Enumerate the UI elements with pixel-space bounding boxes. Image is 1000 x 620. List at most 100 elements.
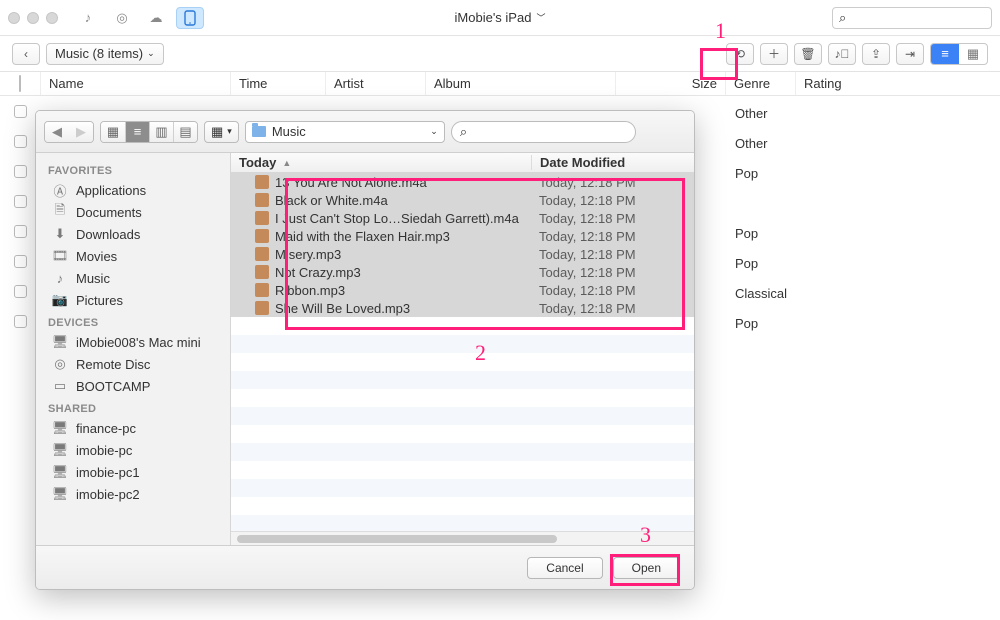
file-thumb-icon bbox=[255, 175, 269, 189]
network-pc-icon: 🖥 bbox=[52, 464, 68, 480]
minimize-window-button[interactable] bbox=[27, 12, 39, 24]
col-name[interactable]: Name bbox=[40, 72, 230, 95]
traffic-lights bbox=[8, 12, 58, 24]
back-button[interactable]: ‹ bbox=[12, 43, 40, 65]
cloud-icon[interactable]: ☁ bbox=[142, 7, 170, 29]
file-row[interactable]: Maid with the Flaxen Hair.mp3Today, 12:1… bbox=[231, 227, 694, 245]
file-thumb-icon bbox=[255, 211, 269, 225]
finder-view-toggle: ▦ ≡ ▥ ▤ bbox=[100, 121, 198, 143]
add-button[interactable]: ＋ bbox=[760, 43, 788, 65]
sidebar-item-downloads[interactable]: ⬇Downloads bbox=[36, 223, 230, 245]
col-filename[interactable]: Today▲ bbox=[231, 155, 531, 170]
to-device-button[interactable]: ⇥ bbox=[896, 43, 924, 65]
file-name: Not Crazy.mp3 bbox=[275, 265, 361, 280]
horizontal-scrollbar[interactable] bbox=[231, 531, 694, 545]
column-view-button[interactable]: ▥ bbox=[149, 122, 173, 142]
sidebar-item-shared[interactable]: 🖥finance-pc bbox=[36, 417, 230, 439]
window-title-text: iMobie's iPad bbox=[455, 10, 532, 25]
sidebar-item-remotedisc[interactable]: ◎Remote Disc bbox=[36, 353, 230, 375]
genre-cell: Classical bbox=[735, 278, 787, 308]
to-itunes-button[interactable]: ♪⃝ bbox=[828, 43, 856, 65]
col-rating[interactable]: Rating bbox=[795, 72, 875, 95]
col-artist[interactable]: Artist bbox=[325, 72, 425, 95]
genre-column-values: Other Other Pop Pop Pop Classical Pop bbox=[735, 98, 787, 338]
breadcrumb[interactable]: Music (8 items) ⌄ bbox=[46, 43, 164, 65]
row-checkbox[interactable] bbox=[14, 255, 27, 268]
device-icon[interactable] bbox=[176, 7, 204, 29]
view-toggle: ≡ ▦ bbox=[930, 43, 988, 65]
annotation-number-3: 3 bbox=[640, 522, 651, 548]
file-row[interactable]: I Just Can't Stop Lo…Siedah Garrett).m4a… bbox=[231, 209, 694, 227]
genre-cell: Pop bbox=[735, 218, 787, 248]
search-icon: ⌕ bbox=[839, 10, 846, 26]
music-library-icon[interactable]: ♪ bbox=[74, 7, 102, 29]
cancel-button[interactable]: Cancel bbox=[527, 557, 602, 579]
downloads-icon: ⬇ bbox=[52, 226, 68, 242]
sidebar-item-applications[interactable]: ⒶApplications bbox=[36, 179, 230, 201]
select-all-checkbox[interactable] bbox=[19, 75, 21, 92]
row-checkbox[interactable] bbox=[14, 315, 27, 328]
applications-icon: Ⓐ bbox=[52, 182, 68, 198]
drive-icon: ▭ bbox=[52, 378, 68, 394]
row-checkbox[interactable] bbox=[14, 165, 27, 178]
grid-view-button[interactable]: ▦ bbox=[959, 44, 987, 64]
sidebar-item-bootcamp[interactable]: ▭BOOTCAMP bbox=[36, 375, 230, 397]
file-row[interactable]: Not Crazy.mp3Today, 12:18 PM bbox=[231, 263, 694, 281]
arrange-menu[interactable]: ▦▾ bbox=[204, 121, 239, 143]
file-row[interactable]: Ribbon.mp3Today, 12:18 PM bbox=[231, 281, 694, 299]
row-checkbox[interactable] bbox=[14, 195, 27, 208]
sidebar-item-music[interactable]: ♪Music bbox=[36, 267, 230, 289]
file-name: Maid with the Flaxen Hair.mp3 bbox=[275, 229, 450, 244]
list-view-button[interactable]: ≡ bbox=[125, 122, 149, 142]
file-rows: 13 You Are Not Alone.m4aToday, 12:18 PMB… bbox=[231, 173, 694, 531]
sidebar-item-documents[interactable]: 🗎Documents bbox=[36, 201, 230, 223]
sidebar-item-mac[interactable]: 🖥iMobie008's Mac mini bbox=[36, 331, 230, 353]
col-time[interactable]: Time bbox=[230, 72, 325, 95]
file-thumb-icon bbox=[255, 229, 269, 243]
path-selector[interactable]: Music ⌄ bbox=[245, 121, 445, 143]
icon-view-button[interactable]: ▦ bbox=[101, 122, 125, 142]
to-mac-button[interactable]: ⇪ bbox=[862, 43, 890, 65]
network-pc-icon: 🖥 bbox=[52, 420, 68, 436]
zoom-window-button[interactable] bbox=[46, 12, 58, 24]
sidebar-item-shared[interactable]: 🖥imobie-pc bbox=[36, 439, 230, 461]
coverflow-view-button[interactable]: ▤ bbox=[173, 122, 197, 142]
file-thumb-icon bbox=[255, 265, 269, 279]
arrange-icon: ▦ bbox=[211, 124, 223, 140]
folder-icon bbox=[252, 126, 266, 137]
sidebar-heading-favorites: FAVORITES bbox=[36, 159, 230, 179]
sidebar-item-shared[interactable]: 🖥imobie-pc1 bbox=[36, 461, 230, 483]
nav-forward-button[interactable]: ▶ bbox=[69, 122, 93, 142]
col-size[interactable]: Size bbox=[615, 72, 725, 95]
col-genre[interactable]: Genre bbox=[725, 72, 795, 95]
nav-back-button[interactable]: ◀ bbox=[45, 122, 69, 142]
delete-button[interactable]: 🗑 bbox=[794, 43, 822, 65]
search-input[interactable]: ⌕ bbox=[832, 7, 992, 29]
file-row[interactable]: She Will Be Loved.mp3Today, 12:18 PM bbox=[231, 299, 694, 317]
file-row[interactable]: Misery.mp3Today, 12:18 PM bbox=[231, 245, 694, 263]
sidebar-item-shared[interactable]: 🖥imobie-pc2 bbox=[36, 483, 230, 505]
movies-icon: 🎞 bbox=[52, 248, 68, 264]
sidebar-item-pictures[interactable]: 📷Pictures bbox=[36, 289, 230, 311]
file-thumb-icon bbox=[255, 193, 269, 207]
finder-search-input[interactable]: ⌕ bbox=[451, 121, 636, 143]
row-checkbox[interactable] bbox=[14, 105, 27, 118]
file-date: Today, 12:18 PM bbox=[531, 247, 694, 262]
annotation-number-1: 1 bbox=[715, 18, 726, 44]
row-checkbox[interactable] bbox=[14, 285, 27, 298]
disc-icon[interactable]: ◎ bbox=[108, 7, 136, 29]
file-name: Black or White.m4a bbox=[275, 193, 388, 208]
list-view-button[interactable]: ≡ bbox=[931, 44, 959, 64]
file-row[interactable]: Black or White.m4aToday, 12:18 PM bbox=[231, 191, 694, 209]
sidebar-item-movies[interactable]: 🎞Movies bbox=[36, 245, 230, 267]
window-title[interactable]: iMobie's iPad ﹀ bbox=[455, 10, 546, 25]
col-datemodified[interactable]: Date Modified bbox=[531, 155, 694, 170]
close-window-button[interactable] bbox=[8, 12, 20, 24]
file-row[interactable]: 13 You Are Not Alone.m4aToday, 12:18 PM bbox=[231, 173, 694, 191]
open-button[interactable]: Open bbox=[613, 557, 680, 579]
refresh-button[interactable]: ⟲ bbox=[726, 43, 754, 65]
row-checkbox[interactable] bbox=[14, 225, 27, 238]
pictures-icon: 📷 bbox=[52, 292, 68, 308]
row-checkbox[interactable] bbox=[14, 135, 27, 148]
col-album[interactable]: Album bbox=[425, 72, 615, 95]
